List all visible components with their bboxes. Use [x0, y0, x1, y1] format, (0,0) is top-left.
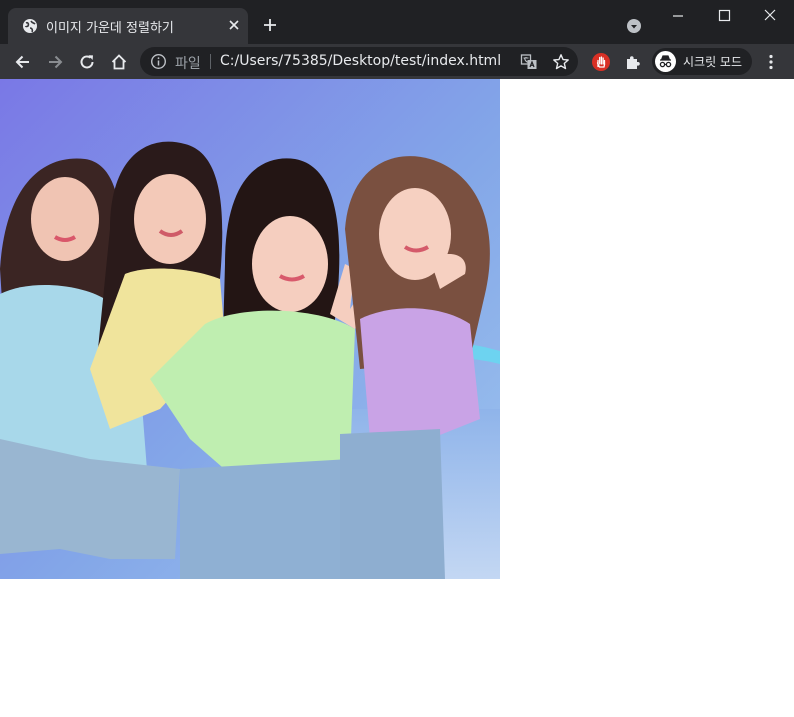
- incognito-icon: [655, 51, 676, 72]
- window-close-icon[interactable]: [761, 8, 779, 24]
- tab-search-icon[interactable]: [626, 18, 642, 34]
- star-icon[interactable]: [552, 53, 570, 71]
- close-icon[interactable]: [226, 17, 242, 33]
- address-bar[interactable]: 파일 C:/Users/75385/Desktop/test/index.htm…: [140, 47, 578, 76]
- puzzle-icon[interactable]: [623, 52, 643, 72]
- title-bar: 이미지 가운데 정렬하기: [0, 0, 794, 44]
- kebab-menu-icon[interactable]: [761, 52, 781, 72]
- incognito-label: 시크릿 모드: [683, 55, 743, 69]
- maximize-icon[interactable]: [715, 8, 733, 24]
- incognito-indicator[interactable]: 시크릿 모드: [652, 48, 752, 75]
- omnibox-divider: [210, 54, 211, 69]
- back-arrow-icon[interactable]: [13, 52, 33, 72]
- translate-icon[interactable]: [520, 53, 538, 71]
- info-icon[interactable]: [150, 53, 167, 70]
- file-scheme-label: 파일: [175, 56, 201, 72]
- globe-icon: [23, 19, 37, 33]
- minimize-icon[interactable]: [669, 8, 687, 24]
- tab-title: 이미지 가운데 정렬하기: [46, 21, 174, 36]
- plus-icon[interactable]: [262, 17, 278, 33]
- group-photo: [0, 79, 500, 579]
- reload-icon[interactable]: [77, 52, 97, 72]
- home-icon[interactable]: [109, 52, 129, 72]
- hand-extension-icon[interactable]: [591, 52, 611, 72]
- browser-tab[interactable]: 이미지 가운데 정렬하기: [8, 8, 248, 44]
- url-text[interactable]: C:/Users/75385/Desktop/test/index.html: [220, 53, 501, 69]
- forward-arrow-icon[interactable]: [45, 52, 65, 72]
- toolbar: 파일 C:/Users/75385/Desktop/test/index.htm…: [0, 44, 794, 79]
- page-viewport: [0, 79, 794, 717]
